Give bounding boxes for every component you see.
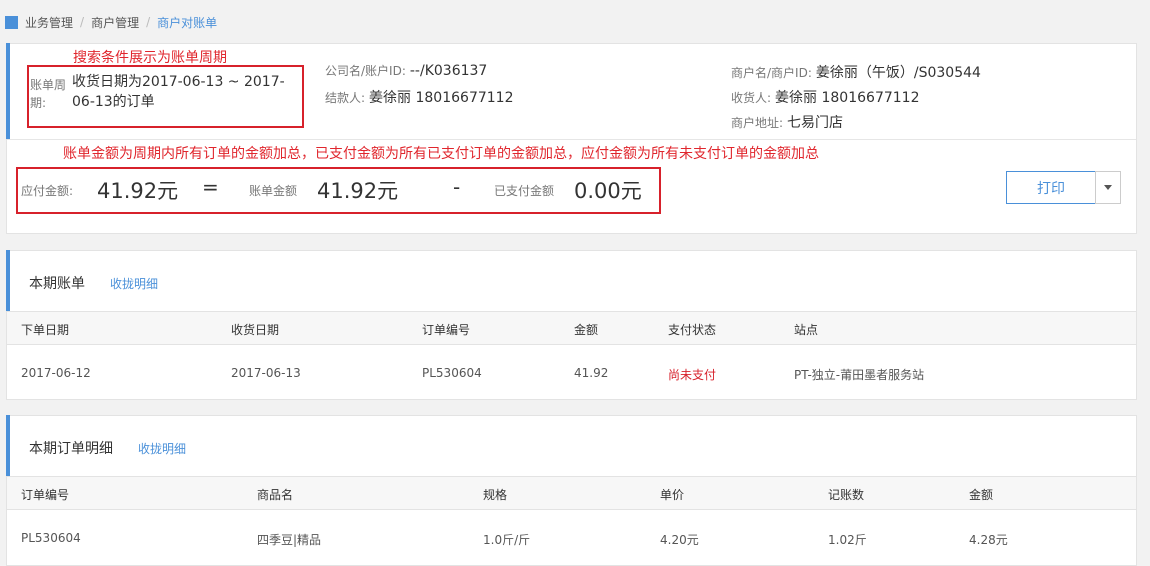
column-header: 支付状态 bbox=[668, 323, 717, 337]
annotation-cycle: 搜索条件展示为账单周期 bbox=[73, 50, 227, 66]
payable-value: 41.92元 bbox=[97, 179, 179, 203]
column-header: 金额 bbox=[969, 488, 994, 502]
payee-field: 结款人: 姜徐丽 18016677112 bbox=[325, 87, 513, 107]
order-detail-section: 本期订单明细 收拢明细 订单编号 商品名 规格 单价 记账数 金额 PL5306… bbox=[6, 415, 1137, 566]
column-header: 商品名 bbox=[257, 488, 294, 502]
table-cell: 2017-06-12 bbox=[21, 366, 91, 380]
breadcrumb-current: 商户对账单 bbox=[157, 15, 218, 30]
column-header: 单价 bbox=[660, 488, 685, 502]
column-header: 下单日期 bbox=[21, 323, 70, 337]
payee-value: 姜徐丽 18016677112 bbox=[369, 90, 514, 106]
table-cell: PL530604 bbox=[21, 531, 81, 545]
column-header: 订单编号 bbox=[21, 488, 70, 502]
paid-amount-value: 0.00元 bbox=[574, 179, 642, 203]
payee-label: 结款人: bbox=[325, 91, 366, 105]
table-cell: PT-独立-莆田墨者服务站 bbox=[794, 368, 925, 382]
bill-section: 本期账单 收拢明细 下单日期 收货日期 订单编号 金额 支付状态 站点 2017… bbox=[6, 250, 1137, 400]
order-collapse-link[interactable]: 收拢明细 bbox=[138, 440, 186, 457]
address-value: 七易门店 bbox=[787, 115, 844, 131]
receiver-field: 收货人: 姜徐丽 18016677112 bbox=[731, 87, 919, 107]
breadcrumb-icon bbox=[5, 15, 18, 29]
address-label: 商户地址: bbox=[731, 116, 784, 130]
column-header: 订单编号 bbox=[422, 323, 471, 337]
company-label: 公司名/账户ID: bbox=[325, 64, 406, 78]
company-value: --/K036137 bbox=[409, 63, 488, 79]
order-section-title: 本期订单明细 bbox=[29, 441, 113, 457]
table-cell: 1.02斤 bbox=[828, 533, 867, 547]
address-field: 商户地址: 七易门店 bbox=[731, 112, 843, 132]
company-field: 公司名/账户ID: --/K036137 bbox=[325, 62, 487, 79]
bill-amount-label: 账单金额 bbox=[249, 184, 298, 198]
cycle-label: 账单周期: bbox=[30, 78, 67, 110]
bill-table-header: 下单日期 收货日期 订单编号 金额 支付状态 站点 bbox=[7, 311, 1136, 345]
table-cell: 四季豆|精品 bbox=[257, 533, 322, 547]
chevron-down-icon bbox=[1104, 185, 1112, 190]
minus-sign: - bbox=[453, 175, 461, 199]
table-cell: PL530604 bbox=[422, 366, 482, 380]
column-header: 收货日期 bbox=[231, 323, 280, 337]
column-header: 规格 bbox=[483, 488, 508, 502]
section-accent-bar bbox=[6, 415, 10, 476]
bill-collapse-link[interactable]: 收拢明细 bbox=[110, 275, 158, 292]
receiver-label: 收货人: bbox=[731, 91, 772, 105]
section-accent-bar bbox=[6, 250, 10, 311]
print-button[interactable]: 打印 bbox=[1006, 171, 1096, 204]
breadcrumb: 业务管理 / 商户管理 / 商户对账单 bbox=[5, 13, 217, 31]
payable-label: 应付金额: bbox=[21, 184, 74, 198]
column-header: 金额 bbox=[574, 323, 599, 337]
print-options-dropdown[interactable] bbox=[1095, 171, 1121, 204]
column-header: 记账数 bbox=[828, 488, 865, 502]
merchant-value: 姜徐丽（午饭）/S030544 bbox=[815, 65, 981, 81]
payment-status-badge: 尚未支付 bbox=[668, 368, 717, 382]
table-cell: 4.28元 bbox=[969, 533, 1008, 547]
paid-amount-label: 已支付金额 bbox=[494, 184, 555, 198]
table-cell: 1.0斤/斤 bbox=[483, 533, 531, 547]
column-header: 站点 bbox=[794, 323, 819, 337]
cycle-value: 收货日期为2017-06-13 ~ 2017-06-13的订单 bbox=[72, 74, 285, 110]
bill-section-title: 本期账单 bbox=[29, 276, 85, 292]
annotation-amounts: 账单金额为周期内所有订单的金额加总，已支付金额为所有已支付订单的金额加总，应付金… bbox=[63, 146, 819, 162]
merchant-label: 商户名/商户ID: bbox=[731, 66, 812, 80]
bill-amount-value: 41.92元 bbox=[317, 179, 399, 203]
breadcrumb-separator: / bbox=[80, 15, 85, 29]
breadcrumb-item[interactable]: 商户管理 bbox=[91, 14, 139, 31]
breadcrumb-separator: / bbox=[146, 15, 151, 29]
equals-sign: = bbox=[202, 175, 219, 199]
table-cell: 2017-06-13 bbox=[231, 366, 301, 380]
statement-summary-card: 搜索条件展示为账单周期 账单周期: 收货日期为2017-06-13 ~ 2017… bbox=[6, 43, 1137, 234]
receiver-value: 姜徐丽 18016677112 bbox=[775, 90, 920, 106]
section-accent-bar bbox=[6, 43, 10, 139]
order-table-header: 订单编号 商品名 规格 单价 记账数 金额 bbox=[7, 476, 1136, 510]
merchant-field: 商户名/商户ID: 姜徐丽（午饭）/S030544 bbox=[731, 62, 981, 82]
table-cell: 4.20元 bbox=[660, 533, 699, 547]
table-cell: 41.92 bbox=[574, 366, 609, 380]
breadcrumb-item[interactable]: 业务管理 bbox=[25, 14, 73, 31]
divider bbox=[7, 139, 1136, 140]
